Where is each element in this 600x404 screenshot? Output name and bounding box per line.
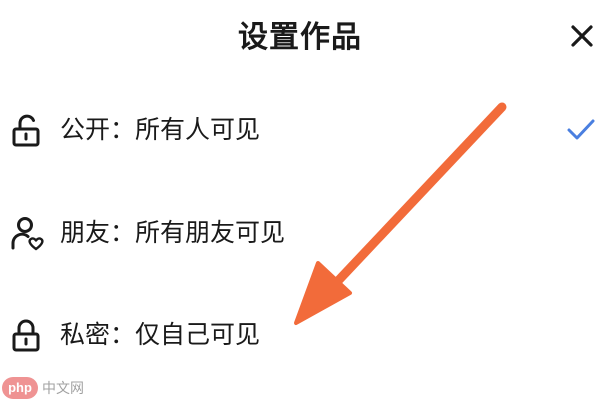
close-icon[interactable] xyxy=(568,22,596,50)
option-friends[interactable]: 朋友：所有朋友可见 xyxy=(0,198,600,268)
unlocked-padlock-icon xyxy=(12,114,40,147)
watermark: php 中文网 xyxy=(2,376,102,400)
option-private-label: 私密：仅自己可见 xyxy=(60,320,261,349)
locked-padlock-icon xyxy=(12,319,40,352)
page-title: 设置作品 xyxy=(238,20,362,55)
watermark-text: 中文网 xyxy=(42,381,84,397)
option-private[interactable]: 私密：仅自己可见 xyxy=(0,300,600,370)
option-public-label: 公开：所有人可见 xyxy=(60,115,261,144)
option-public[interactable]: 公开：所有人可见 xyxy=(0,95,600,165)
checkmark-icon xyxy=(567,119,595,140)
friend-heart-icon xyxy=(11,217,44,251)
option-friends-label: 朋友：所有朋友可见 xyxy=(60,218,286,247)
watermark-logo: php xyxy=(2,377,38,399)
